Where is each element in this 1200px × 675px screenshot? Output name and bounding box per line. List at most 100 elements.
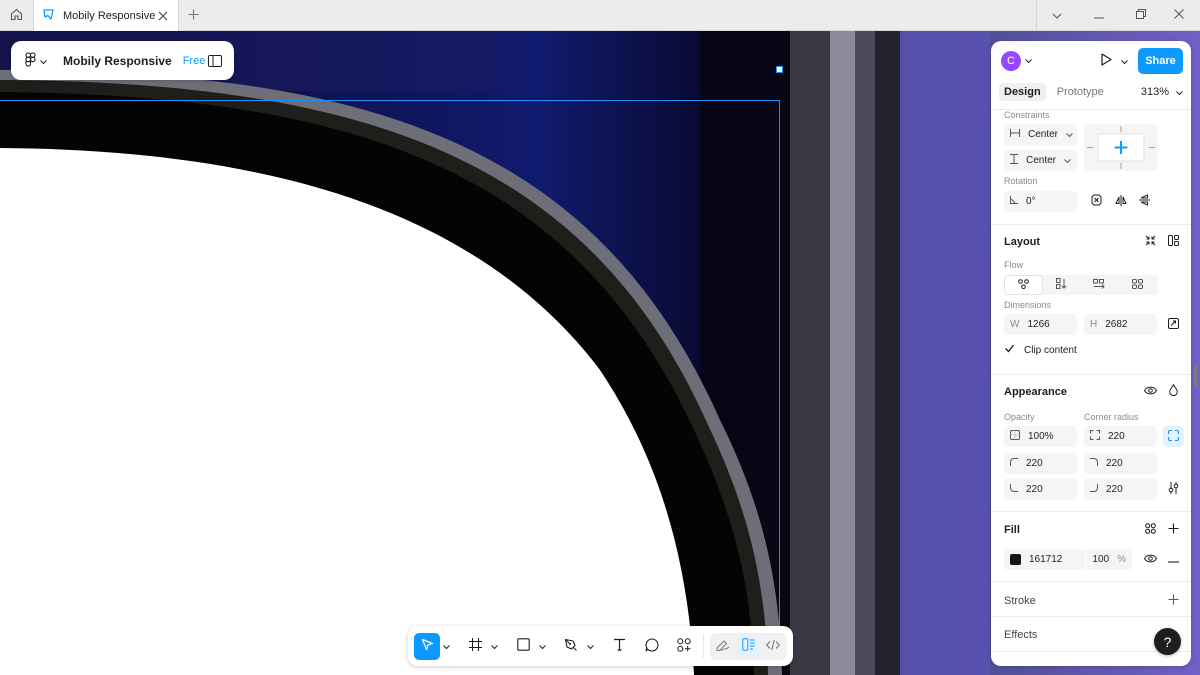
- rotation-input[interactable]: 0°: [1004, 191, 1077, 212]
- shape-tool-dropdown[interactable]: [536, 633, 548, 660]
- design-mode-button[interactable]: [736, 634, 760, 658]
- draw-mode-button[interactable]: [712, 635, 735, 658]
- bottom-right-radius-input[interactable]: 220: [1084, 479, 1157, 500]
- fill-title: Fill: [1004, 524, 1020, 536]
- flip-horizontal-button[interactable]: [1110, 191, 1131, 212]
- freeform-icon: [1018, 278, 1029, 292]
- tab-design[interactable]: Design: [999, 83, 1046, 101]
- corner-smoothing-button[interactable]: [1163, 479, 1184, 500]
- remove-fill-button[interactable]: [1163, 549, 1184, 570]
- share-button[interactable]: Share: [1138, 48, 1183, 74]
- text-tool[interactable]: [606, 633, 632, 660]
- file-tab[interactable]: Mobily Responsive: [33, 0, 179, 31]
- corner-radius-input[interactable]: 220: [1084, 426, 1157, 447]
- move-tool-dropdown[interactable]: [440, 633, 452, 660]
- restore-button[interactable]: [1120, 0, 1162, 31]
- chevron-down-icon: [538, 640, 546, 652]
- top-right-radius-input[interactable]: 220: [1084, 453, 1157, 474]
- sidebar-toggle-icon[interactable]: [208, 54, 222, 67]
- checkbox-checked-icon[interactable]: [1004, 343, 1015, 357]
- independent-corners-button[interactable]: [1163, 426, 1184, 447]
- rotation-value: 0°: [1026, 196, 1036, 207]
- fill-color-input[interactable]: 161712 100 %: [1004, 549, 1132, 570]
- frame-tool-dropdown[interactable]: [488, 633, 500, 660]
- section-divider: [991, 224, 1191, 225]
- frame-tool[interactable]: [462, 633, 488, 660]
- fill-swatch[interactable]: [1010, 554, 1021, 565]
- opacity-input[interactable]: 100%: [1004, 426, 1077, 447]
- present-button[interactable]: [1101, 53, 1128, 69]
- main-menu-button[interactable]: [25, 51, 59, 70]
- comment-tool[interactable]: [638, 633, 664, 660]
- collapse-icon: [1145, 235, 1156, 249]
- rotate-90-button[interactable]: [1086, 191, 1107, 212]
- chevron-down-icon[interactable]: [1025, 59, 1032, 63]
- close-window-button[interactable]: [1158, 0, 1200, 31]
- blend-mode-button[interactable]: [1163, 381, 1184, 402]
- help-button[interactable]: ?: [1154, 628, 1181, 655]
- flow-freeform-option[interactable]: [1005, 276, 1042, 294]
- file-menu-bar: Mobily Responsive Free: [11, 41, 234, 80]
- fill-styles-button[interactable]: [1140, 519, 1161, 540]
- actions-tool[interactable]: [671, 633, 697, 660]
- horizontal-constraint-select[interactable]: Center: [1004, 124, 1077, 145]
- flow-grid-option[interactable]: [1118, 276, 1156, 294]
- width-value: 1266: [1027, 319, 1050, 330]
- vertical-constraint-select[interactable]: Center: [1004, 150, 1077, 171]
- bottom-left-radius-input[interactable]: 220: [1004, 479, 1077, 500]
- bottom-toolbar: [408, 626, 793, 666]
- flip-vertical-button[interactable]: [1134, 191, 1155, 212]
- pen-tool-dropdown[interactable]: [584, 633, 596, 660]
- toggle-visibility-button[interactable]: [1140, 381, 1161, 402]
- pen-tool[interactable]: [558, 633, 584, 660]
- rotate-icon: [1091, 194, 1102, 209]
- resize-to-fit-button[interactable]: [1163, 314, 1184, 335]
- flow-label: Flow: [1004, 260, 1024, 270]
- chevron-down-icon: [1066, 129, 1073, 140]
- grid-flow-icon: [1131, 278, 1143, 292]
- tab-title: Mobily Responsive: [63, 9, 156, 22]
- height-value: 2682: [1105, 319, 1128, 330]
- plan-badge[interactable]: Free: [183, 55, 206, 67]
- chevron-down-icon: [1064, 155, 1071, 166]
- collapse-layout-button[interactable]: [1140, 231, 1161, 252]
- clip-content-label: Clip content: [1024, 344, 1077, 356]
- add-fill-button[interactable]: [1163, 519, 1184, 540]
- corner-top-right-icon: [1090, 458, 1098, 469]
- file-name[interactable]: Mobily Responsive: [63, 54, 172, 68]
- height-input[interactable]: H 2682: [1084, 314, 1157, 335]
- flow-horizontal-option[interactable]: [1080, 276, 1118, 294]
- eye-icon: [1143, 386, 1158, 398]
- home-icon: [10, 8, 23, 24]
- home-button[interactable]: [0, 0, 32, 31]
- width-input[interactable]: W 1266: [1004, 314, 1077, 335]
- top-left-radius-input[interactable]: 220: [1004, 453, 1077, 474]
- dev-mode-button[interactable]: [762, 635, 785, 658]
- rectangle-tool[interactable]: [510, 633, 536, 660]
- constraint-diagram[interactable]: [1084, 124, 1158, 171]
- figma-file-icon: [42, 8, 55, 24]
- zoom-control[interactable]: 313%: [1141, 86, 1183, 98]
- fill-visibility-button[interactable]: [1140, 549, 1161, 570]
- flow-vertical-option[interactable]: [1042, 276, 1080, 294]
- avatar[interactable]: C: [1001, 51, 1021, 71]
- dimensions-label: Dimensions: [1004, 300, 1052, 310]
- appearance-title: Appearance: [1004, 386, 1067, 398]
- pen-tool-icon: [564, 638, 578, 655]
- selection-outline-top: [0, 100, 780, 101]
- fill-opacity-value[interactable]: 100: [1085, 549, 1109, 570]
- tab-prototype[interactable]: Prototype: [1052, 83, 1109, 101]
- new-tab-button[interactable]: [185, 8, 201, 24]
- clip-content-row[interactable]: Clip content: [1004, 343, 1077, 357]
- layout-grid-button[interactable]: [1163, 231, 1184, 252]
- tab-list-button[interactable]: [1036, 0, 1078, 31]
- properties-panel: C Share Design Prototype 313% Constraint…: [991, 41, 1191, 666]
- selection-resize-handle[interactable]: [776, 66, 783, 73]
- minimize-button[interactable]: [1078, 0, 1120, 31]
- browser-tab-bar: Mobily Responsive: [0, 0, 1200, 31]
- add-stroke-button[interactable]: [1163, 590, 1184, 611]
- close-icon[interactable]: [156, 9, 170, 23]
- vertical-flow-icon: [1055, 278, 1067, 292]
- move-tool[interactable]: [414, 632, 441, 660]
- panel-scrollbar[interactable]: [1194, 365, 1197, 387]
